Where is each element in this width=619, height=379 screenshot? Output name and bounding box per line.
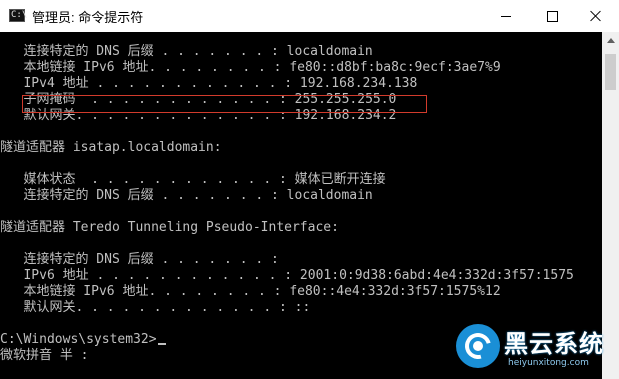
cmd-icon-text: C:\ — [11, 10, 28, 20]
swirl-logo-icon — [456, 324, 500, 368]
console-line: IPv6 地址 . . . . . . . . . . . . : 2001:0… — [0, 268, 574, 283]
arrow-up-icon — [606, 38, 615, 43]
console-line: 媒体状态 . . . . . . . . . . . . : 媒体已断开连接 — [0, 172, 386, 187]
cmd-app-icon[interactable]: C:\ — [9, 9, 28, 22]
title-bar[interactable]: C:\ 管理员: 命令提示符 — [0, 0, 619, 33]
close-icon — [590, 10, 602, 22]
cmd-window: C:\ 管理员: 命令提示符 连接特定的 DNS 后缀 . . . . . . … — [0, 0, 619, 379]
console-line: 默认网关. . . . . . . . . . . . . : :: — [0, 300, 311, 315]
console-line: 本地链接 IPv6 地址. . . . . . . . : fe80::d8bf… — [0, 60, 501, 75]
scroll-thumb[interactable] — [605, 54, 616, 90]
watermark-title: 黑云系统 — [504, 330, 604, 358]
minimize-button[interactable] — [483, 0, 529, 32]
console-line: 连接特定的 DNS 后缀 . . . . . . . : localdomain — [0, 188, 373, 203]
console-line: IPv4 地址 . . . . . . . . . . . . : 192.16… — [0, 76, 418, 91]
console-line: 连接特定的 DNS 后缀 . . . . . . . : localdomain — [0, 44, 373, 59]
window-title: 管理员: 命令提示符 — [32, 10, 144, 25]
console-line: 隧道适配器 Teredo Tunneling Pseudo-Interface: — [0, 220, 339, 235]
watermark-logo: 黑云系统 heiyunxitong.com — [456, 322, 616, 377]
maximize-icon — [546, 10, 558, 22]
command-prompt[interactable]: C:\Windows\system32> — [0, 332, 166, 348]
ime-status: 微软拼音 半 : — [0, 348, 89, 363]
console-line: 隧道适配器 isatap.localdomain: — [0, 140, 222, 155]
prompt-text: C:\Windows\system32> — [0, 332, 157, 347]
subnet-mask-highlight — [22, 95, 427, 113]
scroll-up-button[interactable] — [602, 32, 619, 49]
console-line: 连接特定的 DNS 后缀 . . . . . . . : — [0, 252, 279, 267]
text-cursor — [157, 343, 166, 345]
console-line: 本地链接 IPv6 地址. . . . . . . . : fe80::4e4:… — [0, 284, 501, 299]
watermark-url: heiyunxitong.com — [508, 358, 589, 368]
maximize-button[interactable] — [529, 0, 575, 32]
minimize-icon — [501, 15, 511, 17]
close-button[interactable] — [573, 0, 619, 32]
